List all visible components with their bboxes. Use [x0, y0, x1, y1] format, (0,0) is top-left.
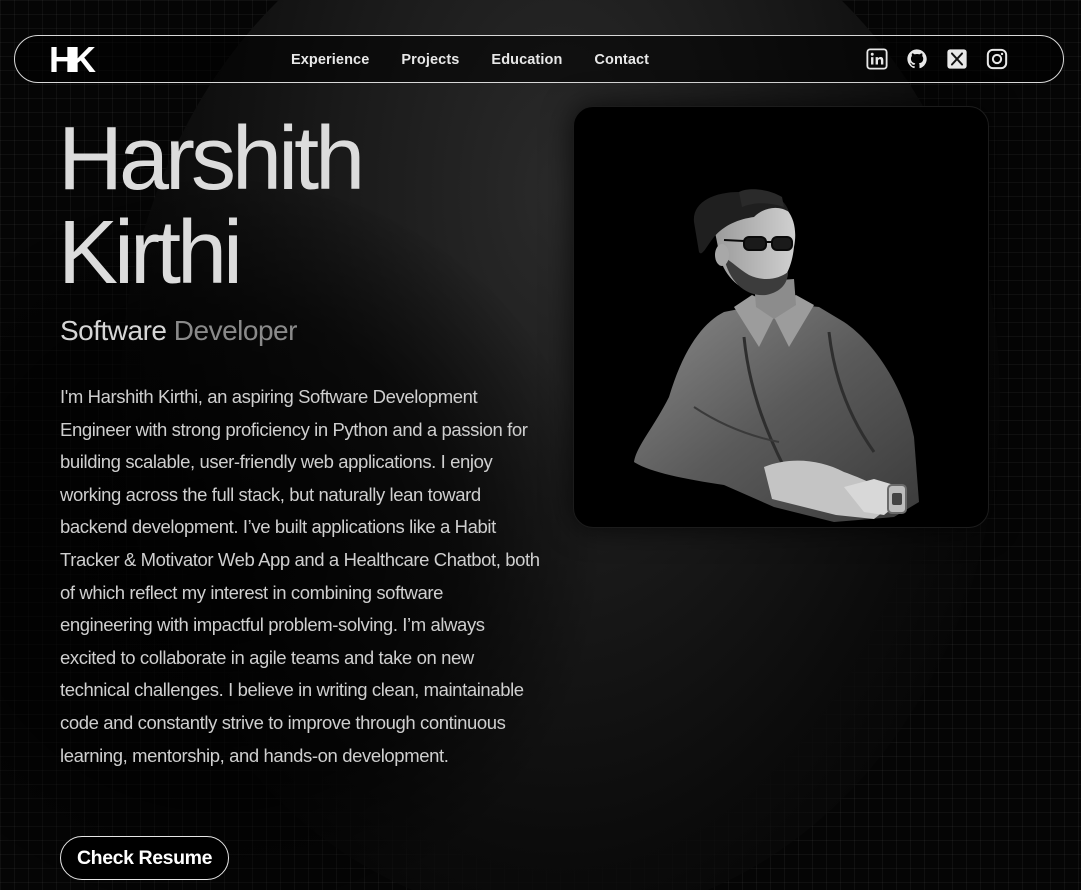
nav-link-contact[interactable]: Contact	[594, 52, 649, 68]
hero-role: Software Developer	[60, 314, 297, 348]
profile-photo-illustration	[634, 189, 919, 522]
navbar: HK Experience Projects Education Contact	[14, 35, 1064, 83]
hero-name-first: Harshith	[58, 109, 365, 209]
page: HK Experience Projects Education Contact	[0, 0, 1081, 890]
hero-name-last: Kirthi	[58, 203, 243, 303]
nav-links: Experience Projects Education Contact	[291, 36, 681, 84]
profile-photo	[573, 106, 989, 528]
hero-name: Harshith Kirthi	[58, 109, 365, 303]
hero-role-secondary: Developer	[173, 315, 298, 346]
hero-role-primary: Software	[60, 315, 174, 346]
linkedin-icon[interactable]	[866, 48, 888, 70]
nav-link-experience[interactable]: Experience	[291, 52, 369, 68]
nav-link-education[interactable]: Education	[491, 52, 562, 68]
instagram-icon[interactable]	[986, 48, 1008, 70]
hero-bio: I'm Harshith Kirthi, an aspiring Softwar…	[60, 386, 540, 766]
x-icon[interactable]	[946, 48, 968, 70]
nav-link-projects[interactable]: Projects	[401, 52, 459, 68]
social-links	[866, 48, 1008, 70]
check-resume-button[interactable]: Check Resume	[60, 836, 230, 880]
logo[interactable]: HK	[49, 40, 96, 80]
github-icon[interactable]	[906, 48, 928, 70]
